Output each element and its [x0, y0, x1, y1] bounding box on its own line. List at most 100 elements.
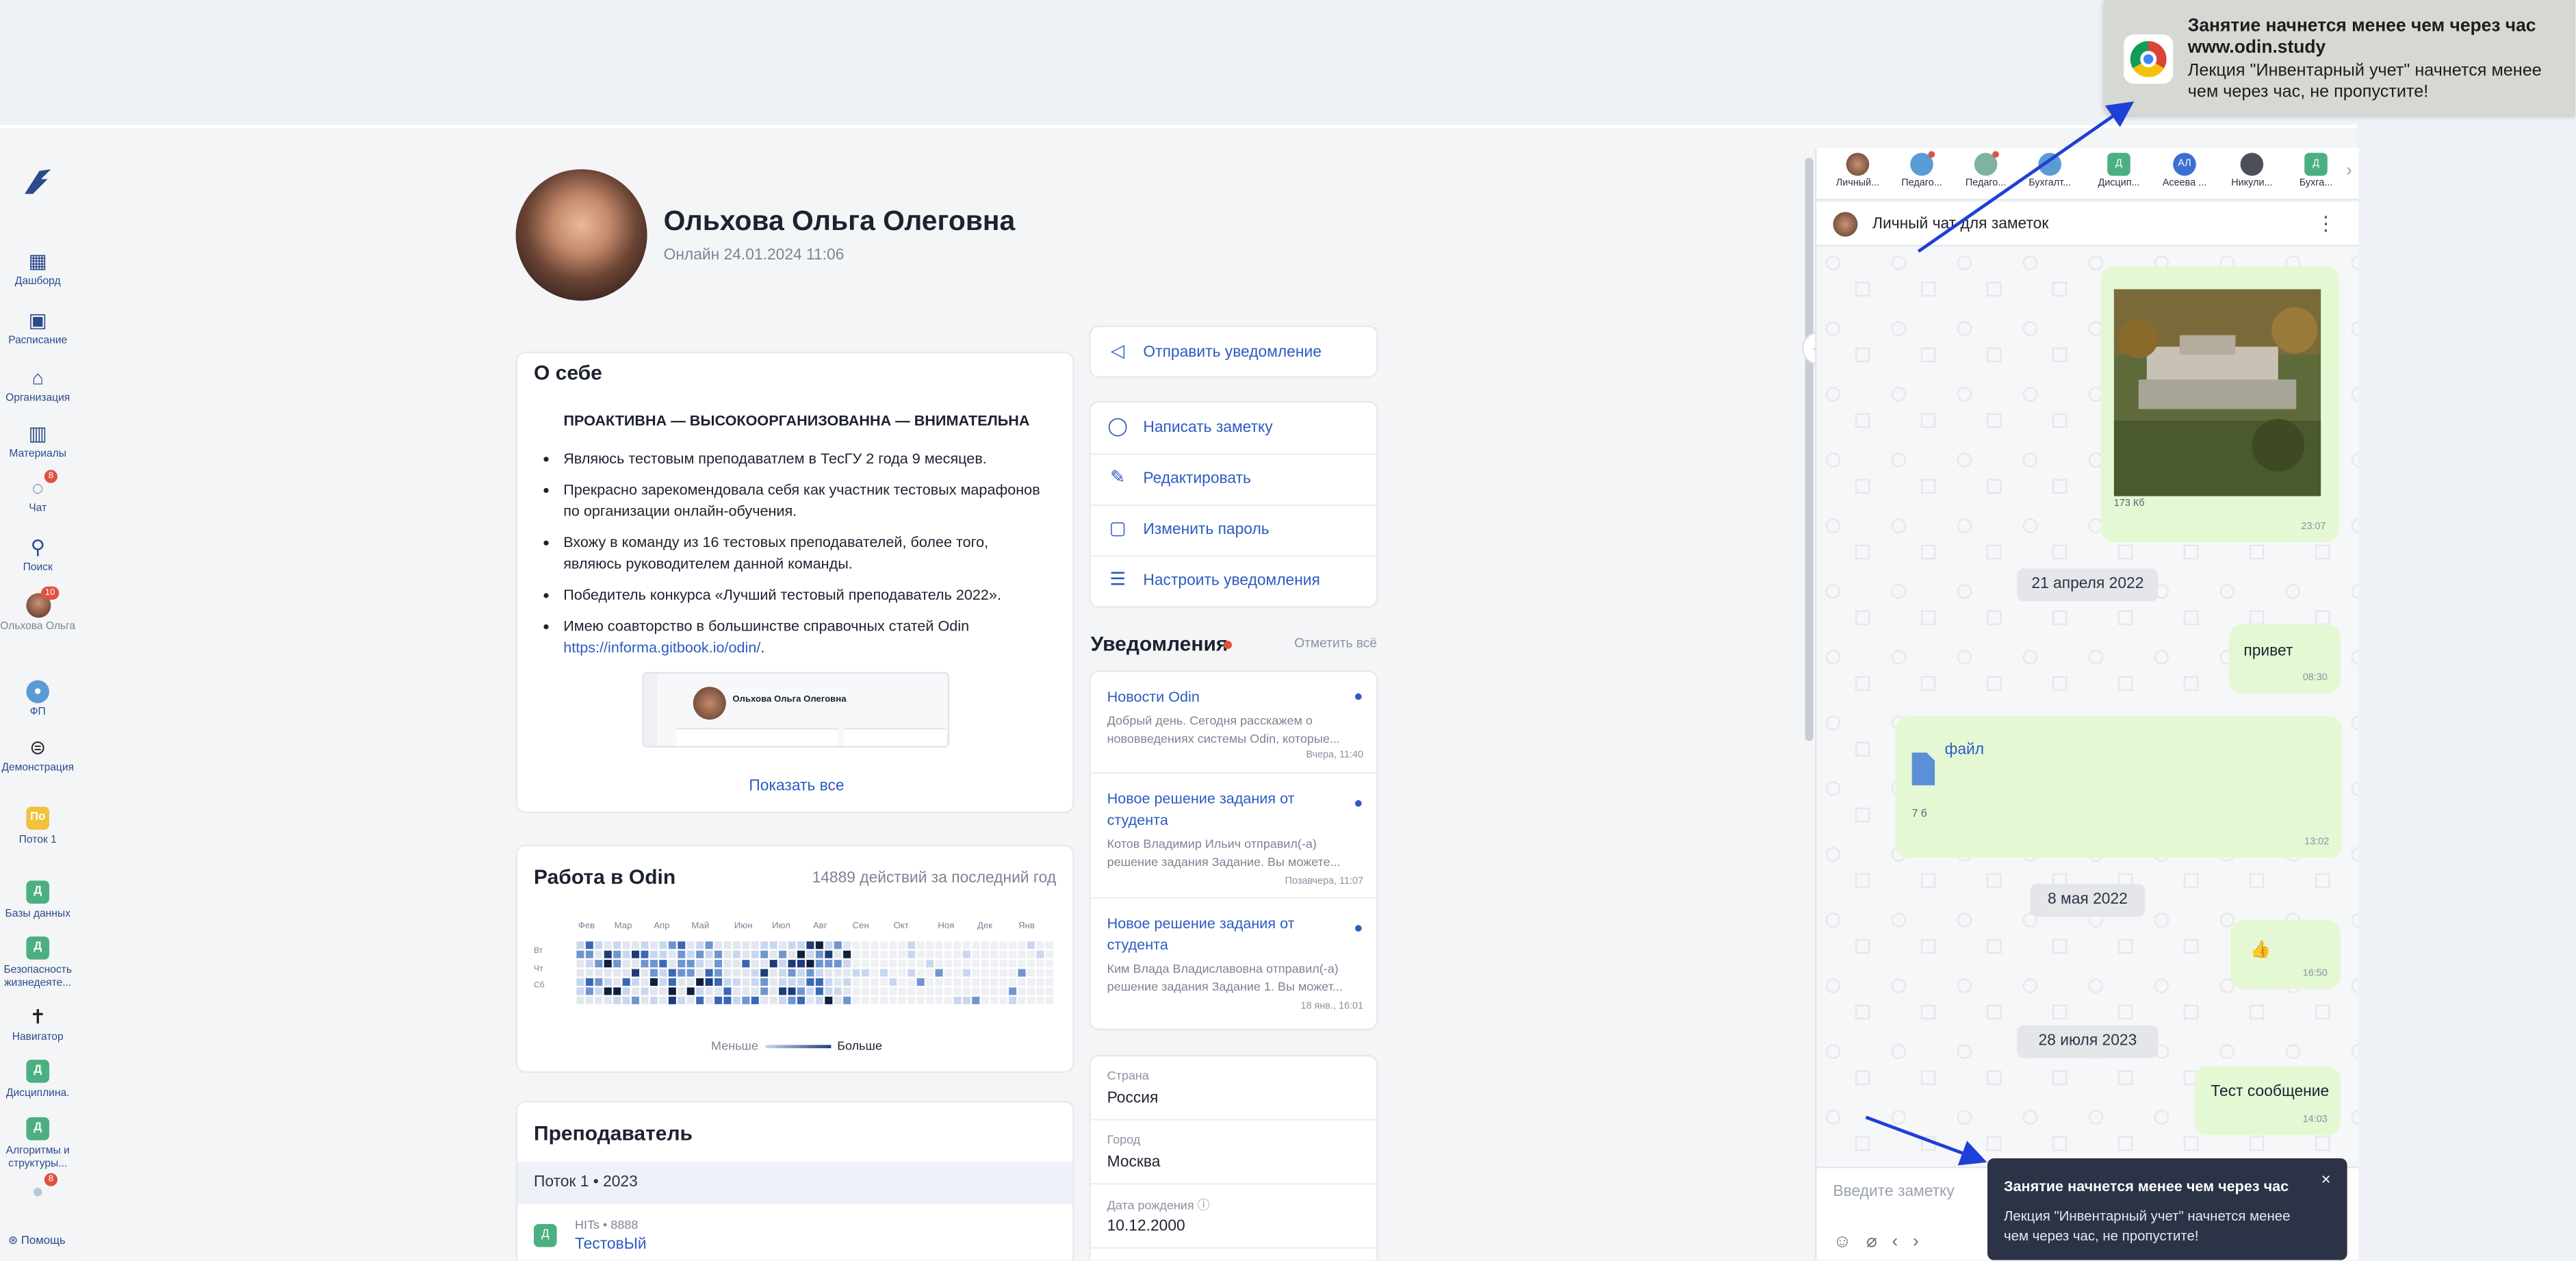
heatmap-cell[interactable] — [843, 960, 851, 968]
heatmap-cell[interactable] — [649, 996, 658, 1004]
setup-notifications-button[interactable]: ☰ Настроить уведомления — [1091, 555, 1380, 606]
heatmap-cell[interactable] — [686, 941, 695, 950]
heatmap-cell[interactable] — [622, 941, 630, 950]
heatmap-cell[interactable] — [696, 978, 704, 986]
heatmap-cell[interactable] — [1009, 950, 1017, 958]
heatmap-cell[interactable] — [962, 941, 970, 950]
sidebar-item-navigator[interactable]: ✝ Навигатор — [0, 1006, 75, 1045]
heatmap-cell[interactable] — [1027, 978, 1035, 986]
heatmap-cell[interactable] — [990, 987, 999, 995]
heatmap-cell[interactable] — [879, 996, 888, 1004]
heatmap-cell[interactable] — [935, 960, 943, 968]
heatmap-cell[interactable] — [742, 960, 750, 968]
heatmap-cell[interactable] — [769, 987, 777, 995]
heatmap-cell[interactable] — [604, 987, 612, 995]
heatmap-cell[interactable] — [806, 950, 814, 958]
heatmap-cell[interactable] — [972, 941, 980, 950]
heatmap-cell[interactable] — [779, 941, 787, 950]
heatmap-cell[interactable] — [806, 987, 814, 995]
heatmap-cell[interactable] — [879, 950, 888, 958]
heatmap-cell[interactable] — [723, 969, 732, 977]
heatmap-cell[interactable] — [576, 996, 584, 1004]
emoji-message[interactable]: 👍 16:50 — [2230, 920, 2341, 989]
heatmap-cell[interactable] — [898, 987, 906, 995]
heatmap-cell[interactable] — [871, 950, 879, 958]
heatmap-cell[interactable] — [696, 969, 704, 977]
heatmap-cell[interactable] — [769, 950, 777, 958]
heatmap-cell[interactable] — [1045, 978, 1053, 986]
heatmap-cell[interactable] — [935, 950, 943, 958]
heatmap-cell[interactable] — [714, 996, 723, 1004]
heatmap-cell[interactable] — [806, 969, 814, 977]
heatmap-cell[interactable] — [714, 978, 723, 986]
heatmap-cell[interactable] — [788, 969, 796, 977]
heatmap-cell[interactable] — [907, 978, 916, 986]
heatmap-cell[interactable] — [962, 960, 970, 968]
send-notification-button[interactable]: ◁ Отправить уведомление — [1091, 327, 1380, 378]
heatmap-cell[interactable] — [595, 941, 603, 950]
heatmap-cell[interactable] — [705, 996, 713, 1004]
heatmap-cell[interactable] — [632, 978, 640, 986]
heatmap-cell[interactable] — [806, 960, 814, 968]
heatmap-cell[interactable] — [668, 978, 676, 986]
heatmap-cell[interactable] — [999, 941, 1007, 950]
heatmap-cell[interactable] — [871, 978, 879, 986]
heatmap-cell[interactable] — [723, 950, 732, 958]
heatmap-cell[interactable] — [797, 941, 805, 950]
heatmap-cell[interactable] — [806, 978, 814, 986]
heatmap-cell[interactable] — [788, 950, 796, 958]
heatmap-cell[interactable] — [907, 996, 916, 1004]
heatmap-cell[interactable] — [962, 969, 970, 977]
odin-logo[interactable] — [20, 164, 56, 201]
heatmap-cell[interactable] — [889, 941, 897, 950]
heatmap-cell[interactable] — [916, 978, 925, 986]
notification-item[interactable]: Новое решение задания от студента Ким Вл… — [1091, 899, 1380, 1030]
heatmap-cell[interactable] — [815, 987, 823, 995]
heatmap-cell[interactable] — [935, 978, 943, 986]
heatmap-cell[interactable] — [678, 950, 686, 958]
heatmap-cell[interactable] — [714, 950, 723, 958]
heatmap-cell[interactable] — [1009, 969, 1017, 977]
heatmap-cell[interactable] — [613, 987, 621, 995]
heatmap-cell[interactable] — [595, 978, 603, 986]
heatmap-cell[interactable] — [935, 996, 943, 1004]
heatmap-cell[interactable] — [751, 996, 759, 1004]
heatmap-cell[interactable] — [705, 987, 713, 995]
heatmap-cell[interactable] — [1018, 950, 1026, 958]
heatmap-cell[interactable] — [760, 941, 769, 950]
heatmap-cell[interactable] — [1018, 960, 1026, 968]
heatmap-cell[interactable] — [898, 978, 906, 986]
heatmap-cell[interactable] — [815, 978, 823, 986]
heatmap-cell[interactable] — [907, 987, 916, 995]
heatmap-cell[interactable] — [1027, 950, 1035, 958]
more-vertical-icon[interactable]: ⋮ — [2316, 202, 2336, 246]
heatmap-cell[interactable] — [649, 969, 658, 977]
heatmap-cell[interactable] — [779, 987, 787, 995]
note-input[interactable]: Введите заметку — [1833, 1183, 1954, 1201]
notification-item[interactable]: Новости Odin Добрый день. Сегодня расска… — [1090, 672, 1380, 774]
heatmap-cell[interactable] — [678, 941, 686, 950]
heatmap-cell[interactable] — [898, 960, 906, 968]
heatmap-cell[interactable] — [751, 969, 759, 977]
heatmap-cell[interactable] — [852, 969, 860, 977]
heatmap-cell[interactable] — [751, 960, 759, 968]
heatmap-cell[interactable] — [705, 978, 713, 986]
heatmap-cell[interactable] — [760, 996, 769, 1004]
heatmap-cell[interactable] — [926, 950, 934, 958]
heatmap-cell[interactable] — [788, 987, 796, 995]
heatmap-cell[interactable] — [1036, 987, 1044, 995]
sidebar-item-search[interactable]: ⚲ Поиск — [0, 535, 75, 575]
heatmap-cell[interactable] — [862, 969, 870, 977]
heatmap-cell[interactable] — [678, 987, 686, 995]
heatmap-cell[interactable] — [622, 969, 630, 977]
heatmap-cell[interactable] — [843, 941, 851, 950]
heatmap-cell[interactable] — [806, 996, 814, 1004]
close-icon[interactable]: × — [2321, 1171, 2331, 1189]
heatmap-cell[interactable] — [632, 987, 640, 995]
sidebar-item-databases[interactable]: Д Базы данных — [0, 880, 75, 921]
heatmap-cell[interactable] — [879, 960, 888, 968]
heatmap-cell[interactable] — [632, 960, 640, 968]
chevron-right-icon[interactable]: › — [2346, 161, 2352, 181]
heatmap-cell[interactable] — [595, 987, 603, 995]
heatmap-cell[interactable] — [641, 996, 649, 1004]
